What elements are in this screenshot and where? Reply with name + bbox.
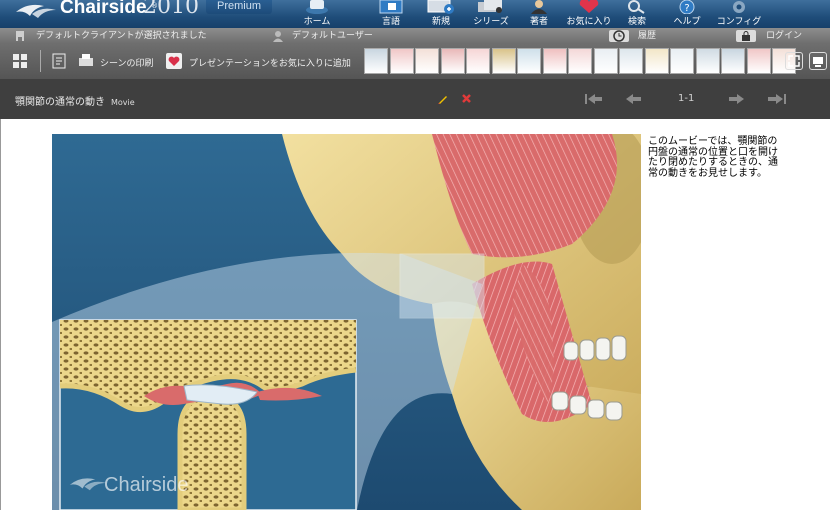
grid-view-icon[interactable]: [12, 53, 28, 69]
client-status[interactable]: デフォルトクライアントが選択されました: [36, 28, 207, 44]
scene-thumbnail[interactable]: [517, 48, 541, 74]
movie-title-text: 顎関節の通常の動き: [15, 97, 105, 108]
nav-language-label: 言語: [381, 17, 400, 27]
lock-icon: [742, 31, 750, 41]
series-icon: [478, 0, 502, 13]
nav-help[interactable]: ? ヘルプ: [664, 0, 710, 28]
nav-language[interactable]: 言語: [368, 0, 414, 28]
nav-help-label: ヘルプ: [673, 17, 701, 27]
movie-type-label: Movie: [111, 98, 135, 107]
nav-author[interactable]: 著者: [516, 0, 562, 28]
print-scene-button[interactable]: シーンの印刷: [100, 56, 154, 69]
last-page-icon[interactable]: [768, 94, 786, 104]
movie-title-bar: 顎関節の通常の動き Movie 1-1: [0, 79, 830, 119]
handout-icon[interactable]: [52, 53, 66, 69]
user-icon: [273, 31, 283, 42]
clock-icon: [613, 30, 625, 42]
scene-thumbnail[interactable]: [568, 48, 592, 74]
scene-thumbnail[interactable]: [670, 48, 694, 74]
config-icon: [733, 1, 745, 13]
nav-search-label: 検索: [627, 17, 646, 27]
nav-favorites[interactable]: お気に入り: [566, 0, 612, 28]
nav-config-label: コンフィグ: [716, 17, 762, 27]
toolbar-divider: [40, 50, 41, 72]
history-button[interactable]: [609, 30, 629, 42]
nav-home[interactable]: ホーム: [294, 0, 340, 28]
favorites-icon: [579, 0, 599, 13]
login-label[interactable]: ログイン: [766, 28, 802, 44]
tmj-anatomy-illustration: [52, 134, 641, 510]
movie-title: 顎関節の通常の動き Movie: [15, 93, 135, 108]
status-bar: デフォルトクライアントが選択されました デフォルトユーザー 履歴 ログイン: [0, 28, 830, 44]
fullscreen-icon: [788, 55, 800, 67]
home-icon: [306, 0, 328, 14]
nav-new-label: 新規: [431, 17, 450, 27]
scene-thumbnail[interactable]: [593, 48, 618, 74]
print-icon[interactable]: [78, 53, 94, 69]
nav-config[interactable]: コンフィグ: [716, 0, 762, 28]
nav-home-label: ホーム: [303, 17, 331, 27]
scene-thumbnail[interactable]: [364, 48, 388, 74]
watermark-text: Chairside: [104, 474, 189, 496]
user-status[interactable]: デフォルトユーザー: [292, 28, 373, 44]
nav-favorites-label: お気に入り: [566, 17, 612, 27]
login-button[interactable]: [736, 30, 756, 42]
movie-description: このムービーでは、顎関節の円盤の通常の位置と口を開けたり閉めたりするときの、通常…: [648, 136, 778, 179]
nav-new[interactable]: 新規: [418, 0, 464, 28]
pencil-icon[interactable]: [437, 93, 449, 105]
scene-thumbnail[interactable]: [721, 48, 745, 74]
scene-thumbnail[interactable]: [619, 48, 643, 74]
content-border: [0, 119, 1, 510]
chairside-logo-icon: [16, 4, 56, 18]
movie-player[interactable]: Chairside: [52, 134, 641, 510]
svg-text:?: ?: [684, 3, 689, 14]
add-favorite-button[interactable]: プレゼンテーションをお気に入りに追加: [189, 56, 351, 69]
new-icon: [427, 0, 454, 14]
client-icon: [16, 31, 24, 41]
search-icon: [628, 0, 645, 14]
scene-thumbnail[interactable]: [746, 48, 771, 74]
language-icon: [379, 0, 403, 14]
first-page-icon[interactable]: [585, 94, 603, 104]
page-indicator: 1-1: [678, 93, 695, 104]
help-icon: ?: [679, 0, 695, 14]
scene-toolbar: シーンの印刷 プレゼンテーションをお気に入りに追加: [0, 44, 830, 79]
scene-thumbnail[interactable]: [644, 48, 669, 74]
delete-icon[interactable]: [461, 93, 472, 104]
presenter-button[interactable]: [809, 52, 827, 70]
nav-author-label: 著者: [529, 17, 548, 27]
scene-thumbnail[interactable]: [542, 48, 567, 74]
scene-thumbnail[interactable]: [466, 48, 490, 74]
nav-series[interactable]: シリーズ: [468, 0, 514, 28]
history-label[interactable]: 履歴: [638, 28, 656, 44]
scene-thumbnail[interactable]: [389, 48, 414, 74]
nav-search[interactable]: 検索: [614, 0, 660, 28]
heart-icon[interactable]: [166, 53, 182, 69]
fullscreen-button[interactable]: [785, 52, 803, 70]
nav-series-label: シリーズ: [473, 17, 509, 27]
app-logo-year: 2010: [143, 0, 199, 19]
next-page-icon[interactable]: [729, 94, 744, 104]
scene-thumbnail[interactable]: [415, 48, 439, 74]
previous-page-icon[interactable]: [626, 94, 641, 104]
author-icon: [531, 0, 547, 14]
app-header: Chairside ® 2010 Premium ホーム 言語 新規 シリーズ …: [0, 0, 830, 28]
scene-thumbnail[interactable]: [440, 48, 465, 74]
scene-thumbnail[interactable]: [695, 48, 720, 74]
app-logo-text: Chairside: [60, 0, 147, 18]
scene-thumbnail[interactable]: [491, 48, 516, 74]
edition-badge: Premium: [206, 0, 272, 14]
presenter-icon: [813, 57, 823, 67]
